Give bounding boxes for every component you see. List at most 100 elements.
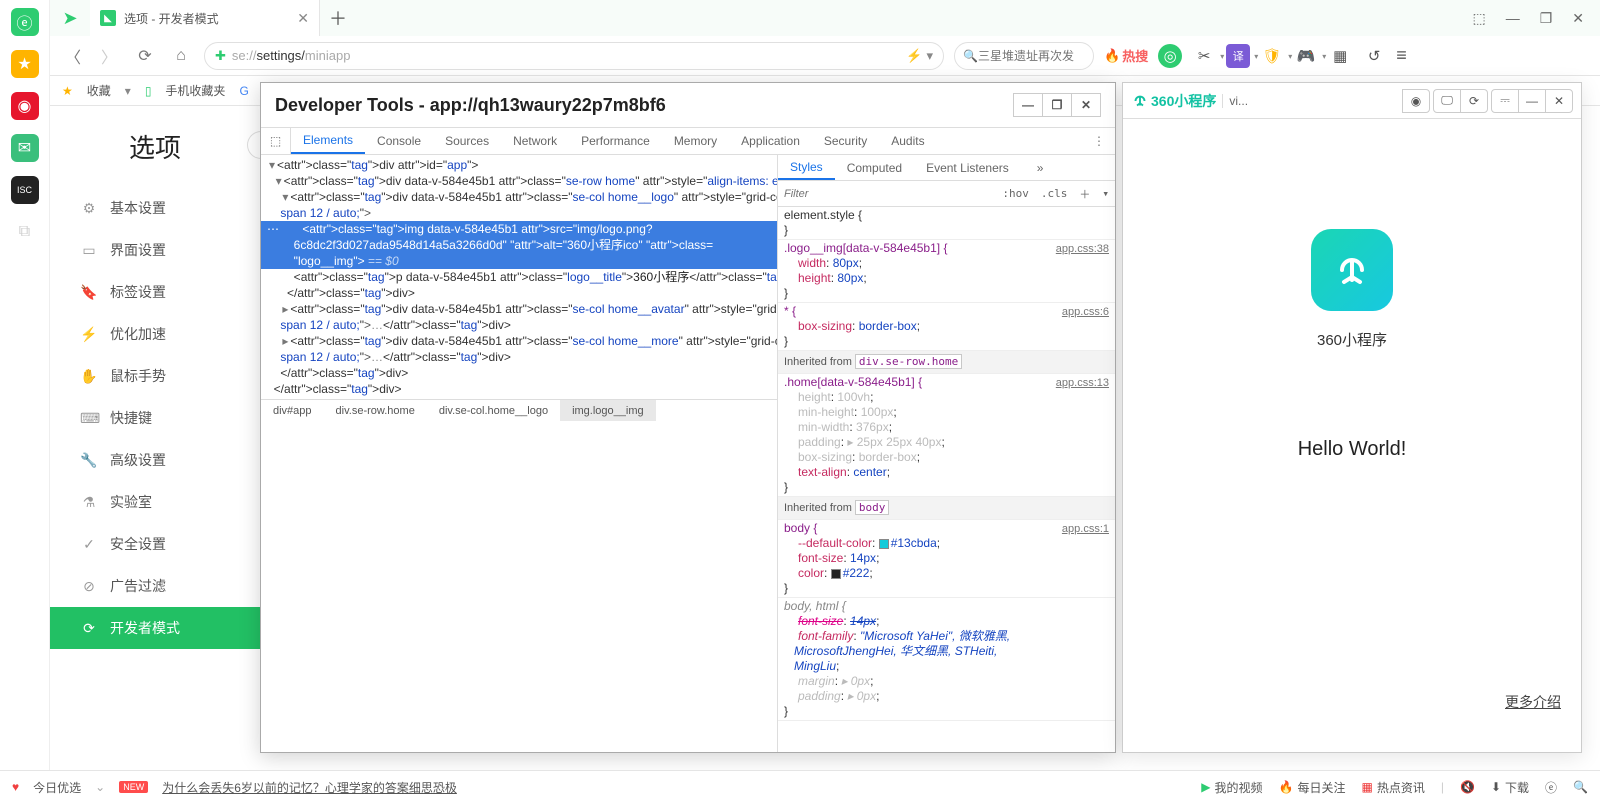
miniapp-close-icon[interactable]: ✕ — [1545, 89, 1573, 113]
hot-search-button[interactable]: 🔥热搜 — [1104, 46, 1148, 65]
sidebar-item[interactable]: ✋鼠标手势 — [50, 355, 260, 397]
devtools-tab[interactable]: Sources — [433, 128, 501, 154]
devtools-tab[interactable]: Security — [812, 128, 879, 154]
browser-tab[interactable]: ◣ 选项 - 开发者模式 ✕ — [90, 0, 320, 36]
rail-mail-icon[interactable]: ✉ — [11, 134, 39, 162]
sidebar-item[interactable]: ⌨快捷键 — [50, 397, 260, 439]
toolbar-app-icon[interactable]: ◎ — [1158, 44, 1182, 68]
devtools-minimize-icon[interactable]: — — [1013, 93, 1043, 117]
sidebar-item[interactable]: 🔖标签设置 — [50, 271, 260, 313]
miniapp-refresh-icon[interactable]: ⟳ — [1460, 89, 1488, 113]
listeners-tab[interactable]: Event Listeners — [914, 155, 1021, 180]
extension-icon[interactable]: ⬚ — [1472, 10, 1485, 27]
miniapp-settings-icon[interactable]: ⎓ — [1491, 89, 1519, 113]
search-box[interactable]: 🔍 — [954, 42, 1094, 70]
sidebar-item[interactable]: 🔧高级设置 — [50, 439, 260, 481]
today-label[interactable]: 今日优选 — [33, 779, 81, 796]
daily-link[interactable]: 🔥每日关注 — [1279, 779, 1346, 796]
devtools-tab[interactable]: Performance — [569, 128, 662, 154]
rail-link-icon[interactable]: ⧉ — [11, 218, 39, 246]
miniapp-more-link[interactable]: 更多介绍 — [1505, 692, 1561, 712]
bolt-icon[interactable]: ⚡ — [906, 48, 922, 64]
zoom-icon[interactable]: 🔍 — [1573, 780, 1588, 794]
url-input[interactable]: ✚ se://settings/miniapp ⚡ ▾ — [204, 42, 944, 70]
styles-menu-icon[interactable]: ▾ — [1096, 187, 1115, 200]
paper-plane-icon[interactable]: ➤ — [50, 8, 90, 29]
video-link[interactable]: ▶我的视频 — [1201, 779, 1262, 796]
browser-logo-icon[interactable]: ⓔ — [11, 8, 39, 36]
news-headline[interactable]: 为什么会丢失6岁以前的记忆？心理学家的答案细思恐极 — [162, 779, 457, 796]
devtools-close-icon[interactable]: ✕ — [1071, 93, 1101, 117]
scissor-icon[interactable]: ✂▾ — [1192, 44, 1216, 68]
bookmarks-label[interactable]: 收藏 — [87, 82, 111, 99]
daily-label: 每日关注 — [1298, 779, 1346, 796]
sidebar-item[interactable]: ✓安全设置 — [50, 523, 260, 565]
sidebar-item[interactable]: ⊘广告过滤 — [50, 565, 260, 607]
elements-breadcrumbs[interactable]: div#appdiv.se-row.homediv.se-col.home__l… — [261, 399, 777, 421]
cls-toggle[interactable]: .cls — [1035, 187, 1074, 200]
chevron-down-icon[interactable]: ⌄ — [95, 780, 105, 794]
window-minimize-icon[interactable]: — — [1506, 10, 1520, 26]
styles-tab[interactable]: Styles — [778, 155, 835, 180]
search-input[interactable] — [978, 49, 1085, 63]
add-rule-icon[interactable]: ＋ — [1073, 186, 1096, 202]
miniapp-brand-label: 360小程序 — [1151, 91, 1216, 111]
tab-close-icon[interactable]: ✕ — [297, 10, 309, 27]
rail-isc-icon[interactable]: ISC — [11, 176, 39, 204]
devtools-tab[interactable]: Elements — [291, 128, 365, 154]
devtools-tab[interactable]: Console — [365, 128, 433, 154]
styles-expand-icon[interactable]: » — [1025, 155, 1056, 180]
mute-icon[interactable]: 🔇 — [1460, 780, 1475, 794]
nav-back-icon[interactable]: 〈 — [60, 44, 86, 68]
url-dropdown-icon[interactable]: ▾ — [922, 48, 933, 64]
computed-tab[interactable]: Computed — [835, 155, 914, 180]
miniapp-toolbar: 360小程序 vi... ◉ 🖵 ⟳ ⎓ — ✕ — [1123, 83, 1581, 119]
devtools-tab[interactable]: Memory — [662, 128, 729, 154]
window-maximize-icon[interactable]: ❐ — [1540, 10, 1553, 27]
rail-weibo-icon[interactable]: ◉ — [11, 92, 39, 120]
bookmarks-dropdown-icon[interactable]: ▾ — [125, 84, 131, 98]
hot-link[interactable]: ▦热点资讯 — [1362, 779, 1425, 796]
sidebar-item[interactable]: ⟳开发者模式 — [50, 607, 260, 649]
window-close-icon[interactable]: ✕ — [1572, 10, 1584, 27]
elements-tree[interactable]: ▾<attr">class="tag">div attr">id="app"> … — [261, 155, 777, 399]
apps-grid-icon[interactable]: ▦ — [1328, 44, 1352, 68]
devtools-tab[interactable]: Application — [729, 128, 812, 154]
play-icon: ▶ — [1201, 780, 1210, 794]
translate-icon[interactable]: 译▾ — [1226, 44, 1250, 68]
styles-filter-input[interactable] — [778, 188, 996, 200]
nav-home-icon[interactable]: ⌂ — [168, 47, 194, 65]
game-icon[interactable]: 🎮▾ — [1294, 44, 1318, 68]
styles-rules[interactable]: element.style {}app.css:38.logo__img[dat… — [778, 207, 1115, 752]
devtools-maximize-icon[interactable]: ❐ — [1042, 93, 1072, 117]
miniapp-compass-icon[interactable]: ◉ — [1402, 89, 1430, 113]
devtools-tab[interactable]: Audits — [879, 128, 936, 154]
sidebar-item[interactable]: ⚙基本设置 — [50, 187, 260, 229]
main-menu-icon[interactable]: ≡ — [1396, 45, 1407, 66]
crumb[interactable]: div.se-col.home__logo — [427, 400, 560, 421]
browser-e-icon[interactable]: ⓔ — [1545, 779, 1557, 796]
devtools-title: Developer Tools - app://qh13waury22p7m8b… — [275, 95, 666, 116]
devtools-tab[interactable]: Network — [501, 128, 569, 154]
rail-favorites-icon[interactable]: ★ — [11, 50, 39, 78]
sidebar-item[interactable]: ⚗实验室 — [50, 481, 260, 523]
crumb[interactable]: div.se-row.home — [324, 400, 427, 421]
sidebar-item[interactable]: ▭界面设置 — [50, 229, 260, 271]
crumb[interactable]: div#app — [261, 400, 324, 421]
devtools-kebab-icon[interactable]: ⋮ — [1083, 134, 1115, 148]
download-link[interactable]: ⬇下载 — [1491, 779, 1529, 796]
miniapp-minimize-icon[interactable]: — — [1518, 89, 1546, 113]
url-path: miniapp — [305, 48, 351, 63]
mobile-bookmarks-label[interactable]: 手机收藏夹 — [165, 82, 225, 99]
crumb[interactable]: img.logo__img — [560, 400, 656, 421]
hov-toggle[interactable]: :hov — [996, 187, 1035, 200]
new-tab-button[interactable]: ＋ — [320, 5, 356, 31]
sidebar-item[interactable]: ⚡优化加速 — [50, 313, 260, 355]
element-picker-icon[interactable]: ⬚ — [261, 128, 291, 154]
security-shield-icon[interactable]: 🛡▾ — [1260, 44, 1284, 68]
nav-reload-icon[interactable]: ⟳ — [132, 46, 158, 66]
restore-icon[interactable]: ↺ — [1362, 44, 1386, 68]
sidebar-item-label: 优化加速 — [110, 324, 166, 344]
miniapp-device-icon[interactable]: 🖵 — [1433, 89, 1461, 113]
devtools-titlebar[interactable]: Developer Tools - app://qh13waury22p7m8b… — [261, 83, 1115, 127]
